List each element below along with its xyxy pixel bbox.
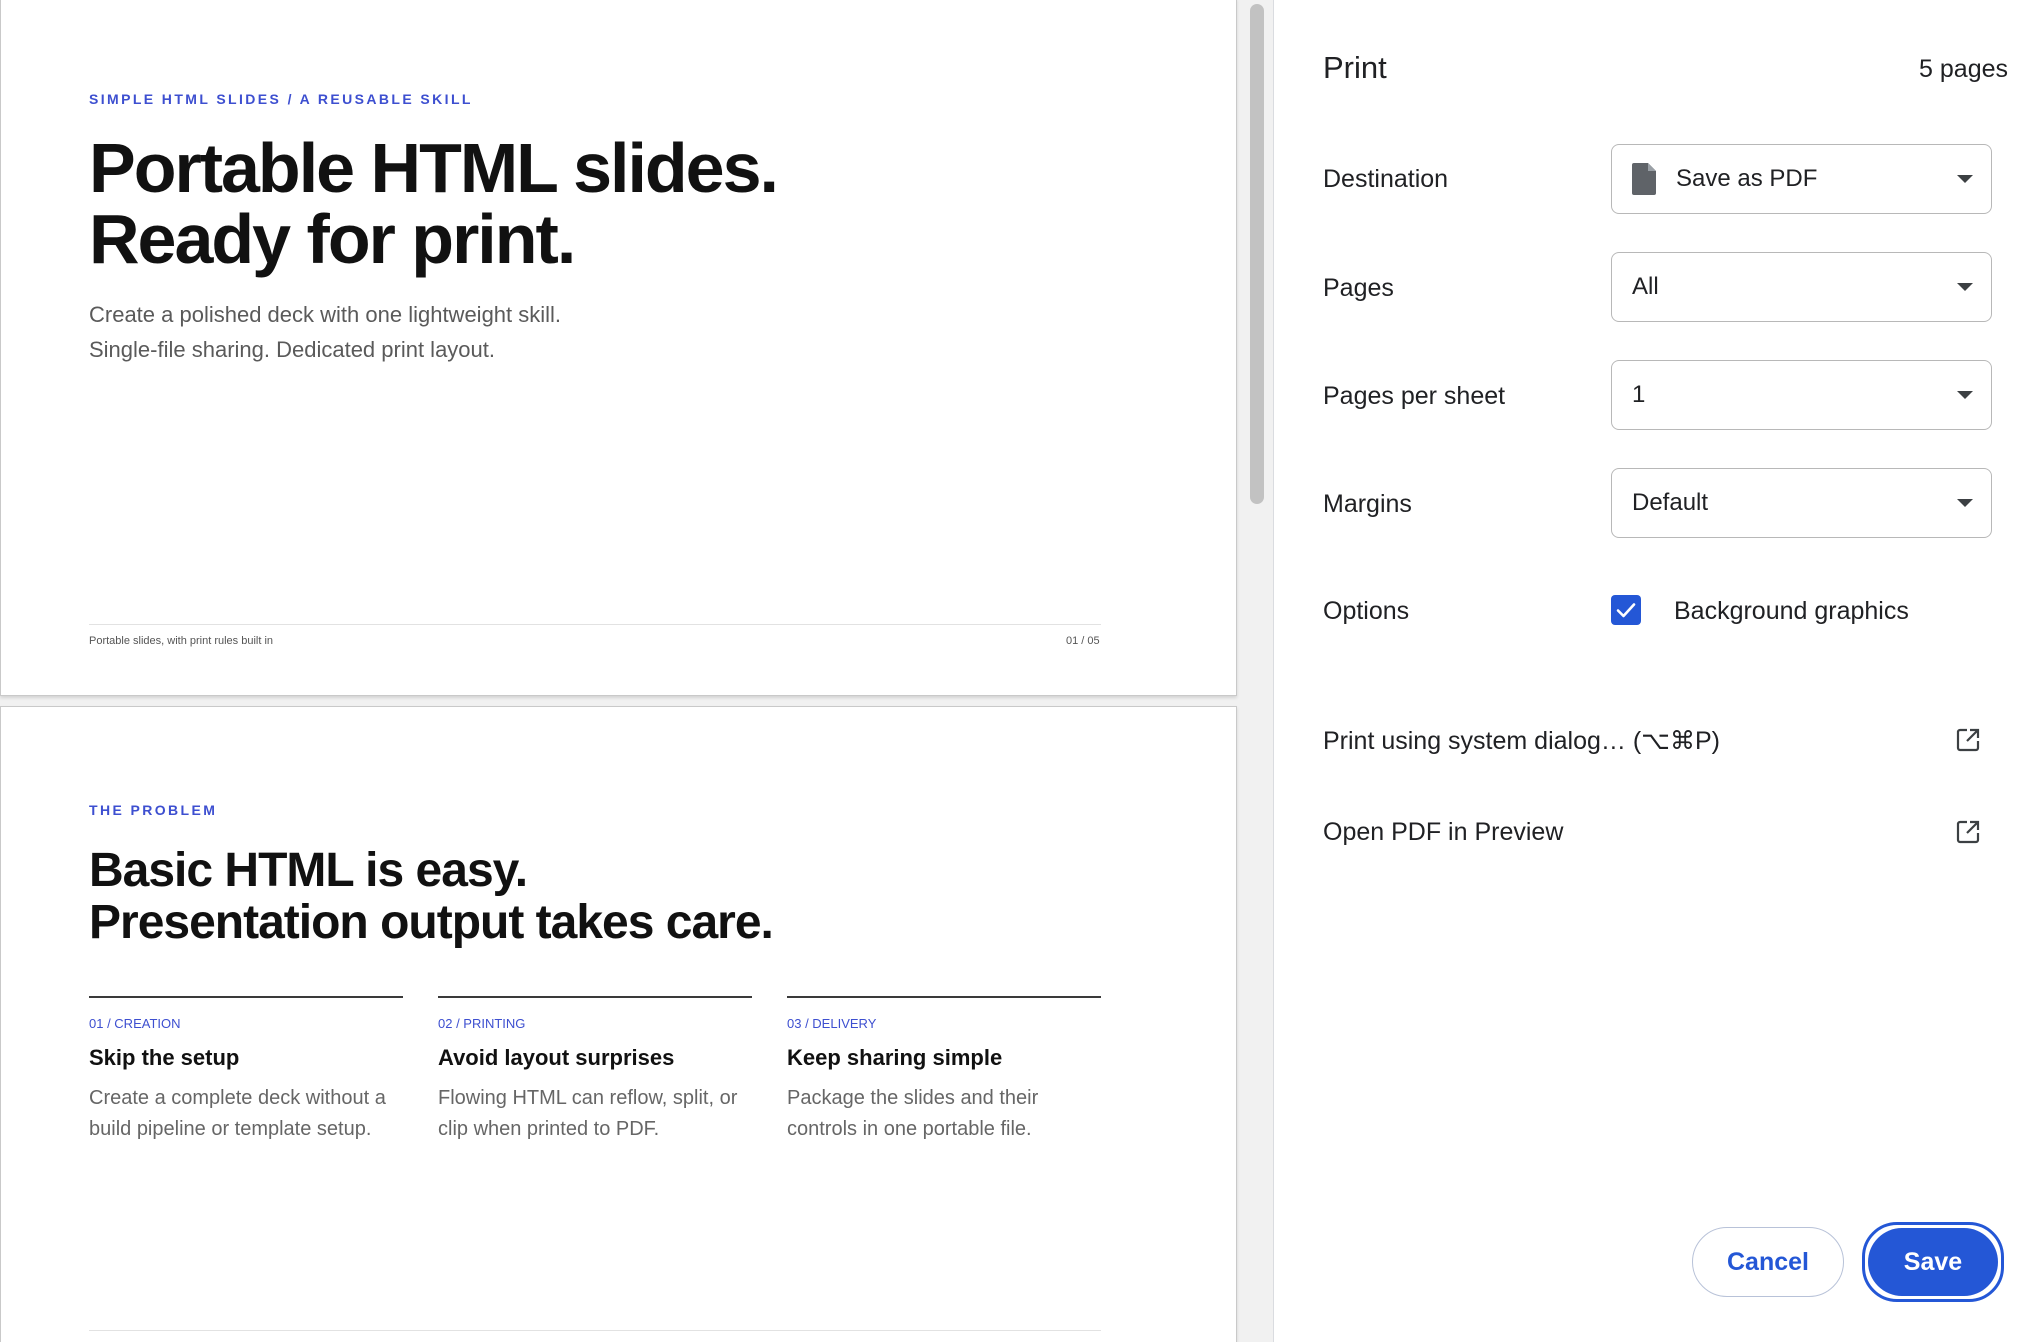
chevron-down-icon: [1957, 283, 1973, 291]
pages-select[interactable]: All: [1611, 252, 1992, 322]
panel-title: Print: [1323, 50, 1387, 85]
feature-kicker: 03 / DELIVERY: [787, 1016, 877, 1031]
feature-title: Keep sharing simple: [787, 1045, 1003, 1070]
slide-kicker: SIMPLE HTML SLIDES / A REUSABLE SKILL: [89, 91, 473, 107]
slide-subtitle-line-2: Single-file sharing. Dedicated print lay…: [89, 337, 496, 362]
save-button-label: Save: [1868, 1228, 1998, 1296]
slide-subtitle-line-1: Create a polished deck with one lightwei…: [89, 302, 562, 327]
feature-column-delivery: 03 / DELIVERY Keep sharing simple Packag…: [787, 996, 1101, 1145]
background-graphics-checkbox[interactable]: [1611, 595, 1641, 625]
destination-select[interactable]: Save as PDF: [1611, 144, 1992, 214]
open-external-icon[interactable]: [1955, 819, 1981, 845]
slide-title-line-1: Portable HTML slides.: [89, 129, 779, 207]
chevron-down-icon: [1957, 391, 1973, 399]
pages-per-sheet-value: 1: [1632, 381, 1646, 408]
pages-value: All: [1632, 273, 1659, 300]
save-button[interactable]: Save: [1862, 1222, 2004, 1302]
margins-value: Default: [1632, 489, 1709, 516]
slide-title: Basic HTML is easy. Presentation output …: [89, 844, 774, 949]
cancel-button[interactable]: Cancel: [1692, 1227, 1844, 1297]
slide-title-line-2: Ready for print.: [89, 200, 576, 278]
slide-page-2: THE PROBLEM Basic HTML is easy. Presenta…: [0, 706, 1237, 1342]
slide-title-line-1: Basic HTML is easy.: [89, 844, 528, 897]
slide-page-number: 01 / 05: [1066, 635, 1100, 647]
slide-footer-divider: [89, 624, 1101, 625]
page-count: 5 pages: [1919, 55, 2008, 83]
slide-page-1: SIMPLE HTML SLIDES / A REUSABLE SKILL Po…: [0, 0, 1237, 696]
slide-kicker: THE PROBLEM: [89, 802, 218, 818]
feature-kicker: 01 / CREATION: [89, 1016, 181, 1031]
feature-body: Create a complete deck without a build p…: [89, 1087, 386, 1140]
background-graphics-label[interactable]: Background graphics: [1674, 597, 1909, 626]
preview-scrollbar-thumb[interactable]: [1250, 4, 1264, 504]
system-dialog-link[interactable]: Print using system dialog… (⌥⌘P): [1323, 726, 1720, 756]
slide-title: Portable HTML slides. Ready for print.: [89, 133, 779, 278]
feature-title: Skip the setup: [89, 1045, 240, 1070]
chevron-down-icon: [1957, 499, 1973, 507]
slide-title-line-2: Presentation output takes care.: [89, 896, 774, 949]
options-label: Options: [1323, 597, 1410, 625]
margins-select[interactable]: Default: [1611, 468, 1992, 538]
slide-subtitle: Create a polished deck with one lightwei…: [89, 297, 561, 367]
feature-column-printing: 02 / PRINTING Avoid layout surprises Flo…: [438, 996, 752, 1145]
destination-label: Destination: [1323, 165, 1449, 193]
destination-value: Save as PDF: [1676, 165, 1818, 192]
slide-footer-left: Portable slides, with print rules built …: [89, 635, 274, 647]
feature-title: Avoid layout surprises: [438, 1045, 675, 1070]
chevron-down-icon: [1957, 175, 1973, 183]
pages-per-sheet-label: Pages per sheet: [1323, 382, 1506, 410]
feature-body: Package the slides and their controls in…: [787, 1087, 1039, 1140]
print-preview-pane: SIMPLE HTML SLIDES / A REUSABLE SKILL Po…: [0, 0, 1273, 1342]
feature-kicker: 02 / PRINTING: [438, 1016, 526, 1031]
margins-label: Margins: [1323, 490, 1412, 518]
feature-column-creation: 01 / CREATION Skip the setup Create a co…: [89, 996, 403, 1145]
feature-body: Flowing HTML can reflow, split, or clip …: [438, 1087, 738, 1140]
pages-per-sheet-select[interactable]: 1: [1611, 360, 1992, 430]
print-settings-panel: Print 5 pages Destination Save as PDF Pa…: [1273, 0, 2042, 1342]
slide-footer-divider: [89, 1330, 1101, 1331]
open-external-icon[interactable]: [1955, 727, 1981, 753]
open-pdf-preview-link[interactable]: Open PDF in Preview: [1323, 818, 1563, 847]
pages-label: Pages: [1323, 274, 1394, 302]
document-icon: [1632, 163, 1656, 195]
checkmark-icon: [1616, 603, 1636, 618]
